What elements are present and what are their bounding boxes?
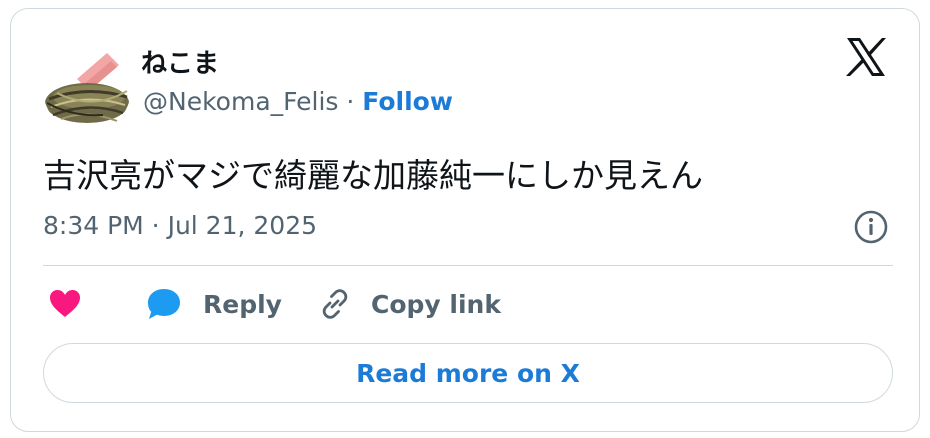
x-logo-icon[interactable] bbox=[845, 37, 887, 77]
tweet-card: ねこま @Nekoma_Felis · Follow 吉沢亮がマジで綺麗な加藤純… bbox=[10, 8, 920, 432]
read-more-label: Read more on X bbox=[356, 358, 580, 388]
heart-icon bbox=[50, 290, 80, 317]
copy-link-label: Copy link bbox=[371, 289, 501, 319]
handle-row: @Nekoma_Felis · Follow bbox=[143, 87, 453, 116]
avatar[interactable] bbox=[43, 45, 131, 133]
display-name[interactable]: ねこま bbox=[141, 43, 219, 80]
info-icon[interactable] bbox=[853, 209, 889, 245]
follow-button[interactable]: Follow bbox=[362, 87, 453, 116]
user-handle[interactable]: @Nekoma_Felis bbox=[143, 87, 338, 116]
separator-dot: · bbox=[338, 87, 363, 116]
read-more-button[interactable]: Read more on X bbox=[43, 343, 893, 403]
like-button[interactable] bbox=[47, 284, 83, 324]
tweet-timestamp[interactable]: 8:34 PM · Jul 21, 2025 bbox=[43, 211, 317, 240]
link-icon bbox=[322, 289, 348, 319]
copy-link-button[interactable]: Copy link bbox=[317, 284, 501, 324]
reply-bubble-icon bbox=[148, 289, 180, 319]
divider bbox=[43, 265, 893, 266]
tweet-text: 吉沢亮がマジで綺麗な加藤純一にしか見えん bbox=[43, 156, 703, 195]
avatar-image bbox=[43, 45, 131, 133]
reply-label: Reply bbox=[203, 289, 282, 319]
reply-button[interactable]: Reply bbox=[145, 284, 282, 324]
